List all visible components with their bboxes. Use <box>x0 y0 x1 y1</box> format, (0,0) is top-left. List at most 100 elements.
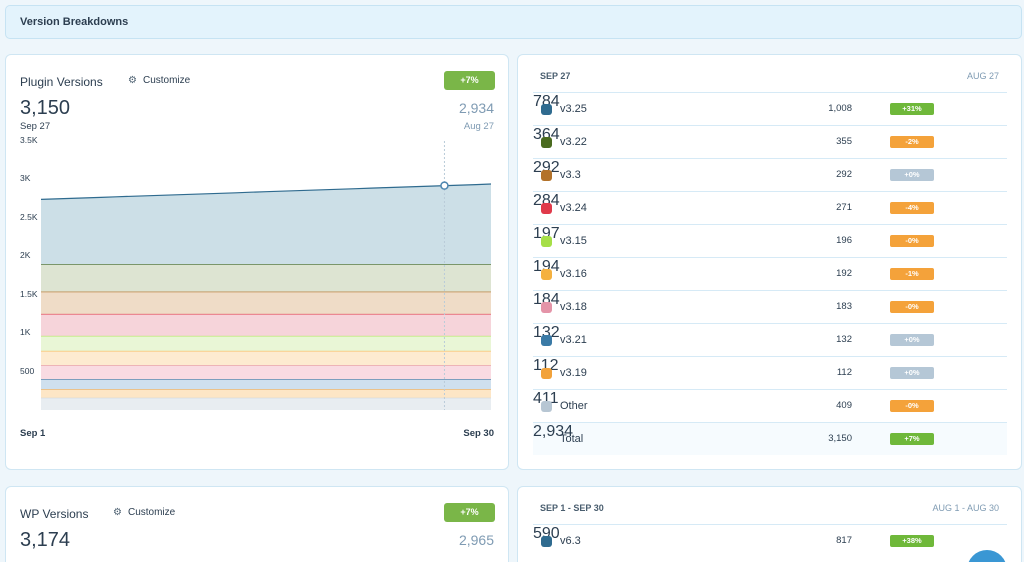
version-name: v3.3 <box>560 169 581 181</box>
table-row[interactable]: v3.24 271 -4% 284 <box>533 191 1007 224</box>
current-count: 3,150 <box>828 433 852 444</box>
color-swatch <box>541 104 552 115</box>
table-row[interactable]: v3.25 1,008 +31% 784 <box>533 92 1007 125</box>
change-badge: +0% <box>890 367 934 379</box>
version-name: v3.16 <box>560 268 587 280</box>
area-layer-v3-15 <box>41 335 491 351</box>
area-layer-v3-22 <box>41 264 491 292</box>
change-badge: +7% <box>890 433 934 445</box>
wp-versions-table-card: SEP 1 - SEP 30 AUG 1 - AUG 30 v6.3 817 +38… <box>517 486 1022 562</box>
current-count: 292 <box>836 169 852 180</box>
color-swatch <box>541 137 552 148</box>
change-badge: +0% <box>890 169 934 181</box>
version-name: v3.25 <box>560 103 587 115</box>
current-count: 355 <box>836 136 852 147</box>
gear-icon: ⚙ <box>113 507 122 518</box>
wp-versions-card: WP Versions ⚙ Customize +7% 3,174 2,965 <box>5 486 509 562</box>
version-name: v6.3 <box>560 535 581 547</box>
change-badge: +31% <box>890 103 934 115</box>
customize-button[interactable]: ⚙ Customize <box>113 507 175 518</box>
current-count: 271 <box>836 202 852 213</box>
color-swatch <box>541 302 552 313</box>
version-name: Other <box>560 400 588 412</box>
customize-button[interactable]: ⚙ Customize <box>128 75 190 86</box>
change-badge: -1% <box>890 268 934 280</box>
area-layer-v3-19 <box>41 389 491 398</box>
change-badge: -4% <box>890 202 934 214</box>
table-row[interactable]: v3.3 292 +0% 292 <box>533 158 1007 191</box>
table-row[interactable]: v3.21 132 +0% 132 <box>533 323 1007 356</box>
y-tick-label: 1.5K <box>20 288 38 299</box>
area-layer-v3-21 <box>41 379 491 390</box>
y-tick-label: 3K <box>20 173 31 184</box>
color-swatch <box>541 536 552 547</box>
current-count: 192 <box>836 268 852 279</box>
y-tick-label: 1K <box>20 327 31 338</box>
area-layer-other <box>41 397 491 410</box>
current-value: 3,150 <box>20 97 71 119</box>
table-row[interactable]: v6.3 817 +38% 590 <box>533 524 1007 557</box>
current-period-header: SEP 1 - SEP 30 <box>540 503 604 513</box>
current-count: 132 <box>836 334 852 345</box>
change-badge: +38% <box>890 535 934 547</box>
current-count: 112 <box>836 367 852 378</box>
version-name: v3.19 <box>560 367 587 379</box>
previous-period-header: AUG 1 - AUG 30 <box>932 503 999 513</box>
change-badge: -0% <box>890 301 934 313</box>
table-row[interactable]: v3.19 112 +0% 112 <box>533 356 1007 389</box>
section-title: Version Breakdowns <box>20 16 129 28</box>
current-count: 409 <box>836 400 852 411</box>
area-layer-v3-16 <box>41 350 491 366</box>
area-layer-v3-24 <box>41 313 491 336</box>
change-badge: -2% <box>890 136 934 148</box>
highlight-point <box>440 181 449 190</box>
customize-label: Customize <box>127 507 176 518</box>
table-row[interactable]: v3.22 355 -2% 364 <box>533 125 1007 158</box>
version-name: v3.18 <box>560 301 587 313</box>
color-swatch <box>541 170 552 181</box>
current-count: 196 <box>836 235 852 246</box>
current-count: 183 <box>836 301 852 312</box>
version-name: Total <box>560 433 584 445</box>
color-swatch <box>541 335 552 346</box>
gear-icon: ⚙ <box>128 75 137 86</box>
x-axis-end: Sep 30 <box>463 428 494 439</box>
table-total-row[interactable]: Total 3,150 +7% 2,934 <box>533 422 1007 455</box>
current-value: 3,174 <box>20 529 71 551</box>
previous-value: 2,965 <box>458 532 494 548</box>
table-row[interactable]: v3.15 196 -0% 197 <box>533 224 1007 257</box>
color-swatch <box>541 236 552 247</box>
change-badge: +0% <box>890 334 934 346</box>
change-badge: +7% <box>444 503 495 522</box>
previous-period-header: AUG 27 <box>966 71 999 81</box>
version-name: v3.22 <box>560 136 587 148</box>
section-header: Version Breakdowns <box>5 5 1022 39</box>
y-tick-label: 2K <box>20 250 31 261</box>
change-badge: -0% <box>890 235 934 247</box>
current-date: Sep 27 <box>20 121 51 132</box>
wp-versions-title: WP Versions <box>20 507 89 521</box>
plugin-versions-title: Plugin Versions <box>20 75 103 89</box>
area-layer-v3-3 <box>41 291 491 314</box>
table-row[interactable]: v3.16 192 -1% 194 <box>533 257 1007 290</box>
y-tick-label: 500 <box>20 365 35 376</box>
color-swatch <box>541 269 552 280</box>
y-tick-label: 3.5K <box>20 135 38 145</box>
previous-value: 2,934 <box>458 100 494 116</box>
color-swatch <box>541 368 552 379</box>
x-axis-start: Sep 1 <box>20 428 46 439</box>
color-swatch <box>541 203 552 214</box>
version-name: v3.24 <box>560 202 587 214</box>
area-layer-v3-18 <box>41 365 491 380</box>
change-badge: +7% <box>444 71 495 90</box>
plugin-versions-table-card: SEP 27 AUG 27 v3.25 1,008 +31% 784 v3.22 355-… <box>517 54 1022 470</box>
plugin-versions-card: Plugin Versions ⚙ Customize +7% 3,150 Se… <box>5 54 509 470</box>
version-name: v3.15 <box>560 235 587 247</box>
table-row[interactable]: v3.18 183 -0% 184 <box>533 290 1007 323</box>
current-count: 1,008 <box>828 103 852 114</box>
table-row[interactable]: Other 409 -0% 411 <box>533 389 1007 422</box>
current-period-header: SEP 27 <box>540 71 571 81</box>
version-name: v3.21 <box>560 334 587 346</box>
stacked-area-chart[interactable] <box>41 141 491 410</box>
color-swatch <box>541 401 552 412</box>
